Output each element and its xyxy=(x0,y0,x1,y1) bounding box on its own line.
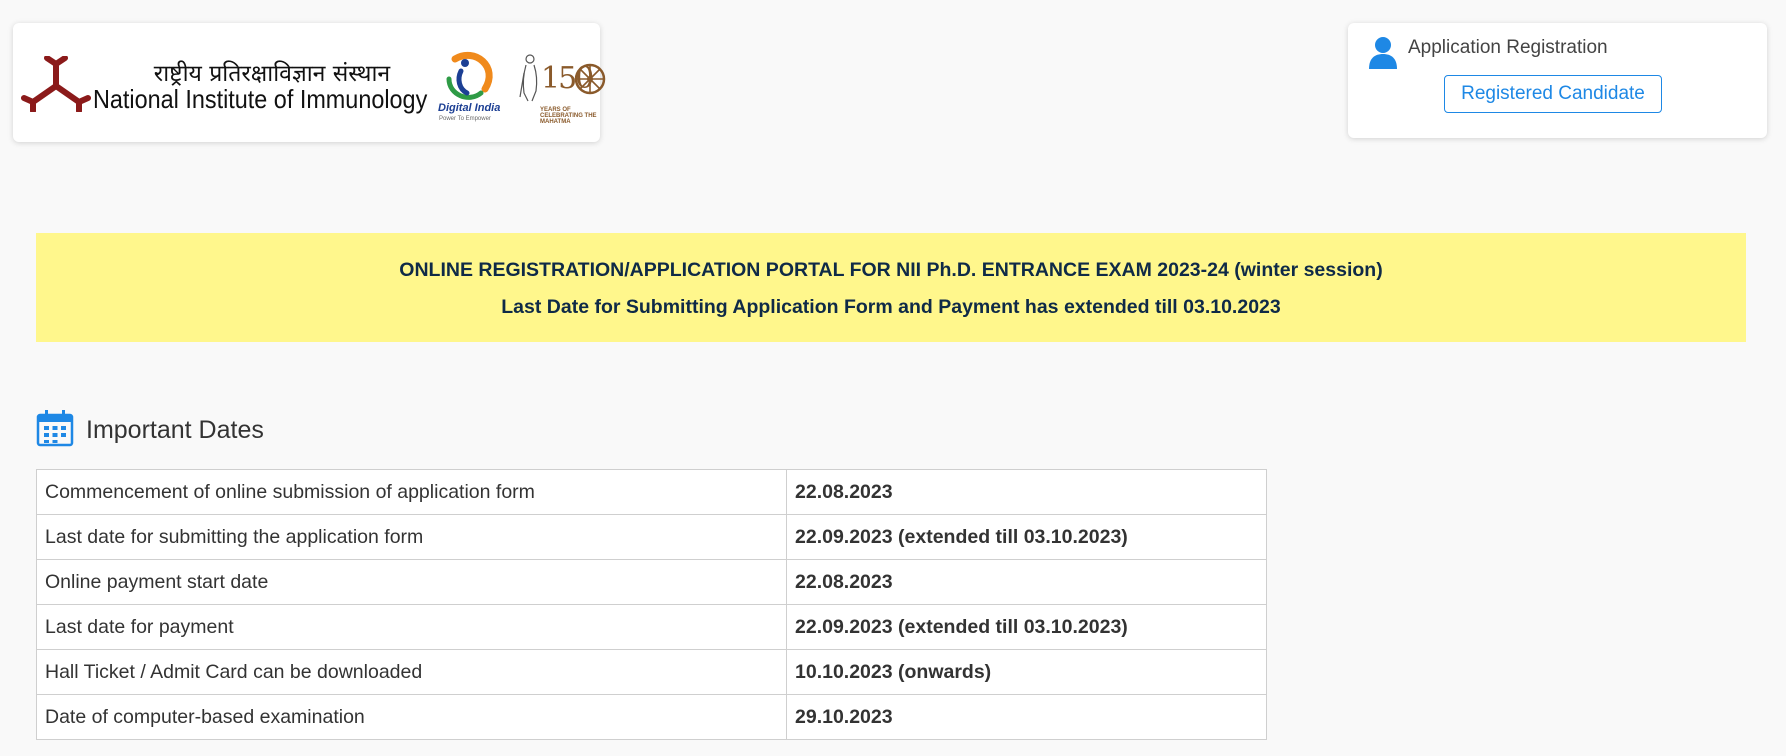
table-row: Commencement of online submission of app… xyxy=(36,469,1267,515)
date-value: 22.09.2023 (extended till 03.10.2023) xyxy=(786,514,1267,560)
date-value: 22.09.2023 (extended till 03.10.2023) xyxy=(786,604,1267,650)
table-row: Online payment start date 22.08.2023 xyxy=(36,559,1267,605)
institute-name-english: National Institute of Immunology xyxy=(93,84,428,114)
charkha-wheel-icon xyxy=(574,63,606,95)
date-value: 22.08.2023 xyxy=(786,469,1267,515)
registered-candidate-button[interactable]: Registered Candidate xyxy=(1444,75,1662,113)
date-value: 29.10.2023 xyxy=(786,694,1267,740)
date-label: Hall Ticket / Admit Card can be download… xyxy=(36,649,787,695)
table-row: Last date for payment 22.09.2023 (extend… xyxy=(36,604,1267,650)
application-registration-card: Application Registration Registered Cand… xyxy=(1348,23,1767,138)
date-label: Last date for payment xyxy=(36,604,787,650)
date-label: Date of computer-based examination xyxy=(36,694,787,740)
institute-logo-card[interactable]: राष्ट्रीय प्रतिरक्षाविज्ञान संस्थान Nati… xyxy=(13,23,606,142)
table-row: Last date for submitting the application… xyxy=(36,514,1267,560)
notice-banner: ONLINE REGISTRATION/APPLICATION PORTAL F… xyxy=(36,233,1746,342)
important-dates-table: Commencement of online submission of app… xyxy=(36,469,1267,740)
date-value: 10.10.2023 (onwards) xyxy=(786,649,1267,695)
date-value: 22.08.2023 xyxy=(786,559,1267,605)
important-dates-title: Important Dates xyxy=(86,416,264,444)
gandhi-silhouette-icon xyxy=(519,54,538,102)
application-registration-title: Application Registration xyxy=(1408,37,1608,58)
date-label: Last date for submitting the application… xyxy=(36,514,787,560)
calendar-icon xyxy=(36,410,74,447)
notice-line-deadline: Last Date for Submitting Application For… xyxy=(501,296,1281,318)
nii-emblem-icon xyxy=(21,56,91,112)
date-label: Commencement of online submission of app… xyxy=(36,469,787,515)
table-row: Hall Ticket / Admit Card can be download… xyxy=(36,649,1267,695)
page: राष्ट्रीय प्रतिरक्षाविज्ञान संस्थान Nati… xyxy=(0,0,1786,756)
user-icon xyxy=(1369,37,1397,69)
date-label: Online payment start date xyxy=(36,559,787,605)
digital-india-logo-icon xyxy=(446,51,493,100)
digital-india-label: Digital India xyxy=(438,102,501,114)
notice-line-portal: ONLINE REGISTRATION/APPLICATION PORTAL F… xyxy=(399,259,1383,281)
table-row: Date of computer-based examination 29.10… xyxy=(36,694,1267,740)
digital-india-tagline: Power To Empower xyxy=(439,116,491,122)
gandhi-150-caption: YEARS OF CELEBRATING THE MAHATMA xyxy=(540,107,597,125)
